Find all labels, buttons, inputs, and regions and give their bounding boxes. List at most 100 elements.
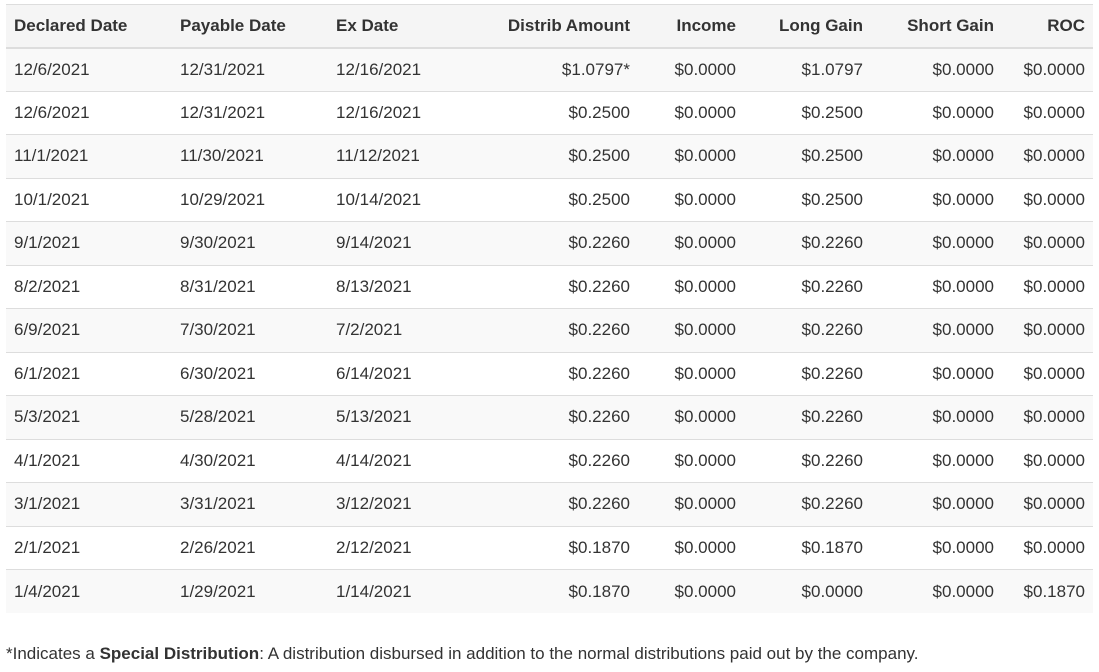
- footnote-emphasis: Special Distribution: [99, 644, 260, 663]
- table-row: 5/3/2021 5/28/2021 5/13/2021 $0.2260 $0.0000…: [6, 395, 1093, 439]
- cell-short-gain: $0.0000: [871, 47, 1002, 91]
- cell-ex-date: 6/14/2021: [328, 351, 458, 396]
- cell-long-gain: $0.2260: [744, 438, 871, 483]
- special-distribution-footnote: *Indicates a Special Distribution: A dis…: [6, 644, 919, 664]
- cell-distrib-amount: $0.2500: [458, 90, 638, 135]
- header-short-gain: Short Gain: [871, 4, 1002, 49]
- cell-roc: $0.0000: [1002, 90, 1093, 135]
- cell-payable-date: 9/30/2021: [172, 221, 328, 265]
- cell-long-gain: $0.2500: [744, 134, 871, 178]
- table-row: 3/1/2021 3/31/2021 3/12/2021 $0.2260 $0.0000…: [6, 482, 1093, 526]
- cell-distrib-amount: $0.2260: [458, 221, 638, 265]
- cell-payable-date: 11/30/2021: [172, 134, 328, 178]
- cell-declared-date: 12/6/2021: [6, 90, 172, 135]
- cell-distrib-amount: $0.1870: [458, 525, 638, 570]
- header-declared-date: Declared Date: [6, 4, 172, 49]
- cell-payable-date: 10/29/2021: [172, 177, 328, 222]
- cell-short-gain: $0.0000: [871, 351, 1002, 396]
- cell-income: $0.0000: [638, 221, 744, 265]
- table-body: 12/6/2021 12/31/2021 12/16/2021 $1.0797* $0.…: [6, 47, 1093, 613]
- cell-declared-date: 6/9/2021: [6, 308, 172, 352]
- cell-income: $0.0000: [638, 177, 744, 222]
- cell-income: $0.0000: [638, 308, 744, 352]
- table-row: 6/9/2021 7/30/2021 7/2/2021 $0.2260 $0.0000 $…: [6, 308, 1093, 352]
- table-row: 12/6/2021 12/31/2021 12/16/2021 $1.0797* $0.…: [6, 47, 1093, 91]
- cell-payable-date: 8/31/2021: [172, 264, 328, 309]
- cell-declared-date: 6/1/2021: [6, 351, 172, 396]
- cell-payable-date: 1/29/2021: [172, 569, 328, 613]
- footnote-prefix: *Indicates a: [6, 644, 100, 663]
- cell-payable-date: 4/30/2021: [172, 438, 328, 483]
- cell-short-gain: $0.0000: [871, 90, 1002, 135]
- cell-income: $0.0000: [638, 569, 744, 613]
- cell-declared-date: 8/2/2021: [6, 264, 172, 309]
- cell-long-gain: $0.0000: [744, 569, 871, 613]
- header-roc: ROC: [1002, 4, 1093, 49]
- header-distrib-amount: Distrib Amount: [458, 4, 638, 49]
- cell-roc: $0.0000: [1002, 177, 1093, 222]
- cell-long-gain: $0.2260: [744, 221, 871, 265]
- cell-roc: $0.0000: [1002, 264, 1093, 309]
- cell-roc: $0.0000: [1002, 308, 1093, 352]
- cell-income: $0.0000: [638, 264, 744, 309]
- cell-declared-date: 1/4/2021: [6, 569, 172, 613]
- cell-long-gain: $0.2500: [744, 177, 871, 222]
- cell-income: $0.0000: [638, 395, 744, 439]
- cell-income: $0.0000: [638, 482, 744, 526]
- cell-short-gain: $0.0000: [871, 308, 1002, 352]
- cell-long-gain: $0.2260: [744, 395, 871, 439]
- footnote-suffix: : A distribution disbursed in addition t…: [259, 644, 919, 663]
- cell-short-gain: $0.0000: [871, 569, 1002, 613]
- cell-payable-date: 2/26/2021: [172, 525, 328, 570]
- cell-long-gain: $0.2260: [744, 308, 871, 352]
- table-row: 11/1/2021 11/30/2021 11/12/2021 $0.2500 $0.0…: [6, 134, 1093, 178]
- cell-income: $0.0000: [638, 90, 744, 135]
- cell-payable-date: 6/30/2021: [172, 351, 328, 396]
- cell-short-gain: $0.0000: [871, 525, 1002, 570]
- cell-declared-date: 12/6/2021: [6, 47, 172, 91]
- cell-short-gain: $0.0000: [871, 221, 1002, 265]
- cell-long-gain: $1.0797: [744, 47, 871, 91]
- table-row: 4/1/2021 4/30/2021 4/14/2021 $0.2260 $0.0000…: [6, 438, 1093, 483]
- cell-ex-date: 12/16/2021: [328, 47, 458, 91]
- cell-roc: $0.0000: [1002, 438, 1093, 483]
- cell-short-gain: $0.0000: [871, 264, 1002, 309]
- cell-ex-date: 11/12/2021: [328, 134, 458, 178]
- cell-distrib-amount: $0.2260: [458, 308, 638, 352]
- cell-ex-date: 8/13/2021: [328, 264, 458, 309]
- table-row: 6/1/2021 6/30/2021 6/14/2021 $0.2260 $0.0000…: [6, 351, 1093, 396]
- cell-declared-date: 2/1/2021: [6, 525, 172, 570]
- cell-short-gain: $0.0000: [871, 177, 1002, 222]
- header-long-gain: Long Gain: [744, 4, 871, 49]
- cell-roc: $0.0000: [1002, 351, 1093, 396]
- cell-distrib-amount: $0.2260: [458, 482, 638, 526]
- cell-ex-date: 7/2/2021: [328, 308, 458, 352]
- cell-declared-date: 10/1/2021: [6, 177, 172, 222]
- cell-ex-date: 5/13/2021: [328, 395, 458, 439]
- table-row: 2/1/2021 2/26/2021 2/12/2021 $0.1870 $0.0000…: [6, 525, 1093, 570]
- cell-short-gain: $0.0000: [871, 395, 1002, 439]
- cell-payable-date: 12/31/2021: [172, 90, 328, 135]
- cell-ex-date: 2/12/2021: [328, 525, 458, 570]
- cell-distrib-amount: $0.2500: [458, 177, 638, 222]
- cell-declared-date: 9/1/2021: [6, 221, 172, 265]
- distribution-history-table: Declared Date Payable Date Ex Date Distr…: [6, 4, 1093, 613]
- cell-income: $0.0000: [638, 438, 744, 483]
- table-row: 10/1/2021 10/29/2021 10/14/2021 $0.2500 $0.0…: [6, 177, 1093, 222]
- cell-payable-date: 3/31/2021: [172, 482, 328, 526]
- cell-long-gain: $0.1870: [744, 525, 871, 570]
- cell-long-gain: $0.2260: [744, 482, 871, 526]
- cell-ex-date: 3/12/2021: [328, 482, 458, 526]
- cell-declared-date: 11/1/2021: [6, 134, 172, 178]
- cell-declared-date: 4/1/2021: [6, 438, 172, 483]
- cell-roc: $0.0000: [1002, 221, 1093, 265]
- cell-distrib-amount: $0.2260: [458, 395, 638, 439]
- cell-long-gain: $0.2260: [744, 264, 871, 309]
- cell-income: $0.0000: [638, 351, 744, 396]
- cell-payable-date: 12/31/2021: [172, 47, 328, 91]
- table-row: 8/2/2021 8/31/2021 8/13/2021 $0.2260 $0.0000…: [6, 264, 1093, 309]
- cell-roc: $0.0000: [1002, 47, 1093, 91]
- cell-ex-date: 10/14/2021: [328, 177, 458, 222]
- cell-roc: $0.0000: [1002, 395, 1093, 439]
- cell-income: $0.0000: [638, 134, 744, 178]
